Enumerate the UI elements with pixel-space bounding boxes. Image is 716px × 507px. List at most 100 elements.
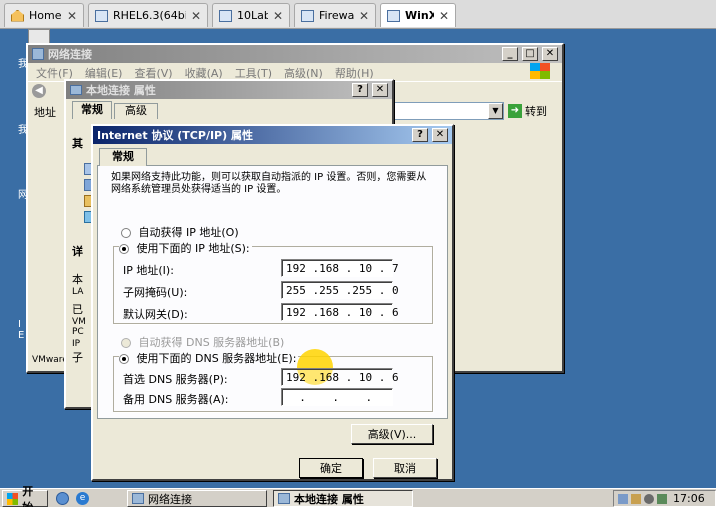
taskbar-item-lan-properties[interactable]: 本地连接 属性 xyxy=(273,490,413,507)
help-button[interactable]: ? xyxy=(352,83,368,97)
windows-logo-icon xyxy=(530,63,550,79)
radio-icon[interactable] xyxy=(119,354,129,364)
maximize-button[interactable]: □ xyxy=(522,47,538,61)
menu-advanced[interactable]: 高级(N) xyxy=(284,65,323,80)
alternate-dns-label: 备用 DNS 服务器(A): xyxy=(123,393,229,406)
title-bar: 网络连接 _ □ ✕ xyxy=(28,45,562,63)
network-icon xyxy=(70,85,82,95)
ip-address-field[interactable]: 192 .168 . 10 . 7 xyxy=(281,259,399,277)
manual-ip-label: 使用下面的 IP 地址(S): xyxy=(136,242,250,255)
window-title: 本地连接 属性 xyxy=(86,84,156,97)
section-fragment: 其 xyxy=(72,137,83,150)
tab-winxp[interactable]: WinXP ✕ xyxy=(380,3,456,27)
tab-home[interactable]: Home ✕ xyxy=(4,3,84,27)
subnet-mask-label: 子网掩码(U): xyxy=(123,286,188,299)
detail-fragment: 本 xyxy=(72,273,83,286)
auto-ip-option[interactable]: 自动获得 IP 地址(O) xyxy=(121,224,239,240)
desktop-icon-fragment: IE xyxy=(18,319,25,341)
close-icon[interactable]: ✕ xyxy=(191,9,201,23)
manual-dns-option[interactable]: 使用下面的 DNS 服务器地址(E): xyxy=(119,350,299,366)
tray-icon[interactable] xyxy=(644,493,654,504)
help-button[interactable]: ? xyxy=(412,128,428,142)
taskbar: 开始 e 网络连接 本地连接 属性 17:06 xyxy=(0,485,716,507)
close-icon[interactable]: ✕ xyxy=(439,9,449,23)
detail-fragment: LA xyxy=(72,287,84,297)
start-label: 开始 xyxy=(22,484,34,507)
close-button[interactable]: ✕ xyxy=(542,47,558,61)
close-icon[interactable]: ✕ xyxy=(273,9,283,23)
close-button[interactable]: ✕ xyxy=(432,128,448,142)
back-icon[interactable]: ◀ xyxy=(32,84,46,98)
auto-dns-label: 自动获得 DNS 服务器地址(B) xyxy=(138,336,285,349)
tab-row: 常规 高级 xyxy=(66,99,392,119)
taskbar-item-label: 网络连接 xyxy=(148,492,192,506)
title-bar: Internet 协议 (TCP/IP) 属性 ? ✕ xyxy=(93,126,452,144)
detail-fragment: 子 xyxy=(72,351,83,364)
menu-tools[interactable]: 工具(T) xyxy=(235,65,272,80)
menu-help[interactable]: 帮助(H) xyxy=(335,65,374,80)
tab-rhel[interactable]: RHEL6.3(64bit) ✕ xyxy=(88,3,208,27)
tab-firewall[interactable]: Firewall ✕ xyxy=(294,3,376,27)
vm-icon xyxy=(95,9,108,22)
auto-ip-label: 自动获得 IP 地址(O) xyxy=(138,226,239,239)
tab-label: Firewall xyxy=(319,9,354,22)
vm-icon xyxy=(301,9,314,22)
radio-icon[interactable] xyxy=(121,228,131,238)
arrow-right-icon: ➜ xyxy=(508,104,522,118)
preferred-dns-field[interactable]: 192 .168 . 10 . 6 xyxy=(281,368,399,386)
manual-ip-option[interactable]: 使用下面的 IP 地址(S): xyxy=(119,240,252,256)
menu-view[interactable]: 查看(V) xyxy=(134,65,172,80)
go-label: 转到 xyxy=(525,105,547,118)
chevron-down-icon[interactable]: ▼ xyxy=(488,103,503,119)
menu-file[interactable]: 文件(F) xyxy=(36,65,73,80)
cancel-button[interactable]: 取消 xyxy=(373,458,437,478)
tab-label: 10Lab xyxy=(237,9,268,22)
system-tray: 17:06 xyxy=(613,490,716,507)
close-button[interactable]: ✕ xyxy=(372,83,388,97)
advanced-button[interactable]: 高级(V)... xyxy=(351,424,433,444)
alternate-dns-field[interactable]: . . . xyxy=(281,388,393,406)
radio-icon[interactable] xyxy=(119,244,129,254)
taskbar-item-label: 本地连接 属性 xyxy=(294,492,364,506)
tab-10lab[interactable]: 10Lab ✕ xyxy=(212,3,290,27)
tray-icon[interactable] xyxy=(631,493,641,504)
tray-icon[interactable] xyxy=(618,493,628,504)
taskbar-item-network[interactable]: 网络连接 xyxy=(127,490,267,507)
start-button[interactable]: 开始 xyxy=(2,485,48,507)
close-icon[interactable]: ✕ xyxy=(359,9,369,23)
radio-icon xyxy=(121,338,131,348)
default-gateway-field[interactable]: 192 .168 . 10 . 6 xyxy=(281,303,399,321)
windows-logo-icon xyxy=(7,492,19,505)
manual-dns-label: 使用下面的 DNS 服务器地址(E): xyxy=(136,352,297,365)
address-input[interactable]: ▼ xyxy=(392,102,504,120)
section-fragment: 详 xyxy=(72,245,83,258)
close-icon[interactable]: ✕ xyxy=(67,9,77,23)
network-icon xyxy=(32,48,44,60)
desktop-quicklaunch-icon[interactable] xyxy=(56,492,69,505)
network-icon xyxy=(132,493,144,504)
tab-advanced[interactable]: 高级 xyxy=(114,103,158,119)
tab-label: WinXP xyxy=(405,9,434,22)
dialog-title: Internet 协议 (TCP/IP) 属性 xyxy=(97,129,253,142)
tab-general[interactable]: 常规 xyxy=(99,148,147,166)
clock: 17:06 xyxy=(673,492,705,505)
intro-text: 如果网络支持此功能，则可以获取自动指派的 IP 设置。否则，您需要从网络系统管理… xyxy=(111,172,427,195)
subnet-mask-field[interactable]: 255 .255 .255 . 0 xyxy=(281,281,399,299)
window-title: 网络连接 xyxy=(48,48,92,61)
ok-button[interactable]: 确定 xyxy=(299,458,363,478)
tab-label: RHEL6.3(64bit) xyxy=(113,9,186,22)
ie-icon[interactable]: e xyxy=(76,492,89,505)
address-label: 地址 xyxy=(34,106,56,119)
detail-fragment: VM xyxy=(72,317,86,327)
default-gateway-label: 默认网关(D): xyxy=(123,308,188,321)
tcpip-properties-dialog: Internet 协议 (TCP/IP) 属性 ? ✕ 常规 如果网络支持此功能… xyxy=(91,124,454,481)
title-bar: 本地连接 属性 ? ✕ xyxy=(66,81,392,99)
tray-icon[interactable] xyxy=(657,493,667,504)
minimize-button[interactable]: _ xyxy=(502,47,518,61)
menu-edit[interactable]: 编辑(E) xyxy=(85,65,123,80)
auto-dns-option: 自动获得 DNS 服务器地址(B) xyxy=(121,334,284,350)
vm-icon xyxy=(387,9,400,22)
tab-general[interactable]: 常规 xyxy=(72,101,112,119)
go-button[interactable]: ➜ 转到 xyxy=(508,102,558,120)
menu-favorites[interactable]: 收藏(A) xyxy=(185,65,223,80)
